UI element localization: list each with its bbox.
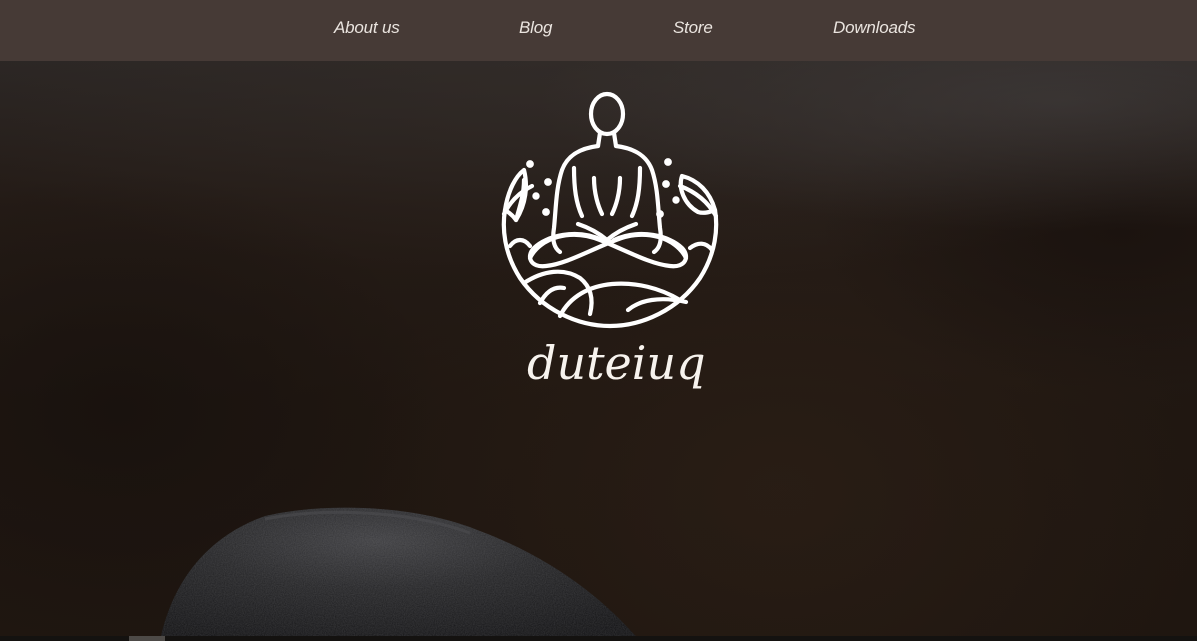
meditating-figure-icon [501,91,719,329]
horizontal-scrollbar-track[interactable] [0,636,1197,641]
horizontal-scrollbar-thumb[interactable] [129,636,165,641]
page: About us Blog Store Downloads duteiuq [0,0,1197,641]
nav-link-about-us[interactable]: About us [334,18,400,38]
nav-link-blog[interactable]: Blog [519,18,552,38]
top-navigation-bar: About us Blog Store Downloads [0,0,1197,61]
brand-name: duteiuq [527,336,706,390]
nav-link-downloads[interactable]: Downloads [833,18,916,38]
nav-link-store[interactable]: Store [673,18,713,38]
